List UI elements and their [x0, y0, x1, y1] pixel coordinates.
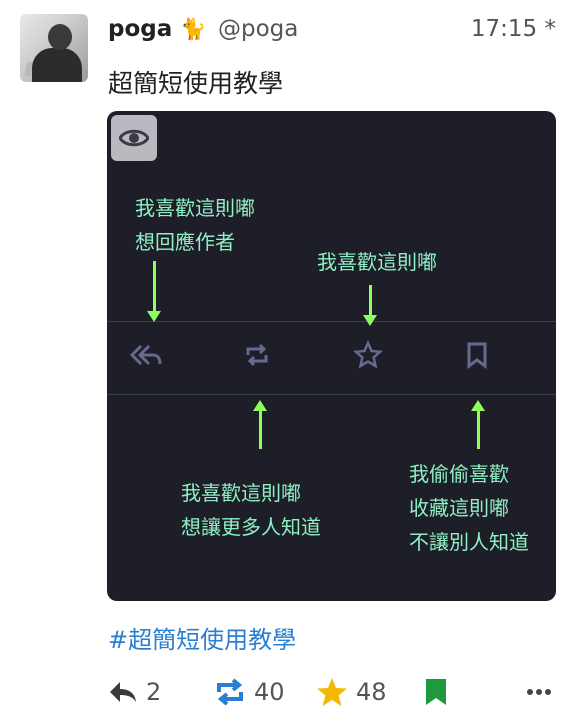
media-divider-top: [107, 321, 556, 322]
post-header: poga 🐈 @poga 17:15 *: [108, 16, 556, 48]
cat-emoji-icon: 🐈: [180, 17, 207, 41]
reply-note-line-1: 我喜歡這則嘟: [135, 196, 255, 220]
boost-icon: [246, 343, 268, 367]
avatar-body: [32, 48, 82, 82]
bookmark-arrow: [477, 411, 480, 449]
boost-count: 40: [254, 678, 285, 706]
display-name[interactable]: poga: [108, 16, 172, 42]
more-button[interactable]: [526, 672, 552, 712]
bookmark-note-line-2: 收藏這則嘟: [409, 496, 509, 520]
avatar[interactable]: [20, 14, 88, 82]
reply-arrow: [153, 261, 156, 311]
reply-note: 我喜歡這則嘟 想回應作者: [135, 191, 255, 259]
boost-icon: [217, 678, 243, 706]
avatar-head: [48, 24, 72, 50]
media-attachment[interactable]: 我喜歡這則嘟 想回應作者 我喜歡這則嘟 我喜歡這則嘟 想讓更多人知道 我偷偷喜歡…: [107, 111, 556, 601]
boost-note-line-1: 我喜歡這則嘟: [181, 481, 301, 505]
favourite-note: 我喜歡這則嘟: [317, 245, 437, 279]
eye-icon[interactable]: [111, 115, 157, 161]
reply-all-icon: [129, 344, 162, 366]
favourite-note-line-1: 我喜歡這則嘟: [317, 250, 437, 274]
post-text: 超簡短使用教學: [108, 69, 284, 98]
star-icon: [317, 678, 347, 706]
boost-button[interactable]: 40: [214, 672, 285, 712]
reply-count: 2: [146, 678, 162, 706]
favourite-arrow-head: [363, 315, 377, 326]
boost-note: 我喜歡這則嘟 想讓更多人知道: [181, 476, 321, 544]
bookmark-icon: [467, 342, 487, 369]
favourite-count: 48: [356, 678, 387, 706]
user-handle[interactable]: @poga: [218, 16, 298, 42]
star-icon: [353, 340, 383, 369]
bookmark-note: 我偷偷喜歡 收藏這則嘟 不讓別人知道: [409, 457, 529, 559]
hashtag-link[interactable]: #超簡短使用教學: [108, 620, 296, 655]
reply-icon: [110, 682, 136, 702]
boost-note-line-2: 想讓更多人知道: [181, 515, 321, 539]
bookmark-icon: [426, 679, 446, 705]
action-bar: 2 40 48: [108, 672, 556, 712]
favourite-button[interactable]: 48: [316, 672, 387, 712]
reply-arrow-head: [147, 311, 161, 322]
boost-arrow-head: [253, 400, 267, 411]
reply-note-line-2: 想回應作者: [135, 230, 235, 254]
bookmark-arrow-head: [471, 400, 485, 411]
more-icon: [527, 689, 551, 695]
favourite-arrow: [369, 285, 372, 315]
bookmark-note-line-3: 不讓別人知道: [409, 530, 529, 554]
bookmark-button[interactable]: [424, 672, 448, 712]
boost-arrow: [259, 411, 262, 449]
post-time[interactable]: 17:15 *: [471, 16, 556, 42]
media-divider-bottom: [107, 394, 556, 395]
bookmark-note-line-1: 我偷偷喜歡: [409, 462, 509, 486]
reply-button[interactable]: 2: [108, 672, 161, 712]
